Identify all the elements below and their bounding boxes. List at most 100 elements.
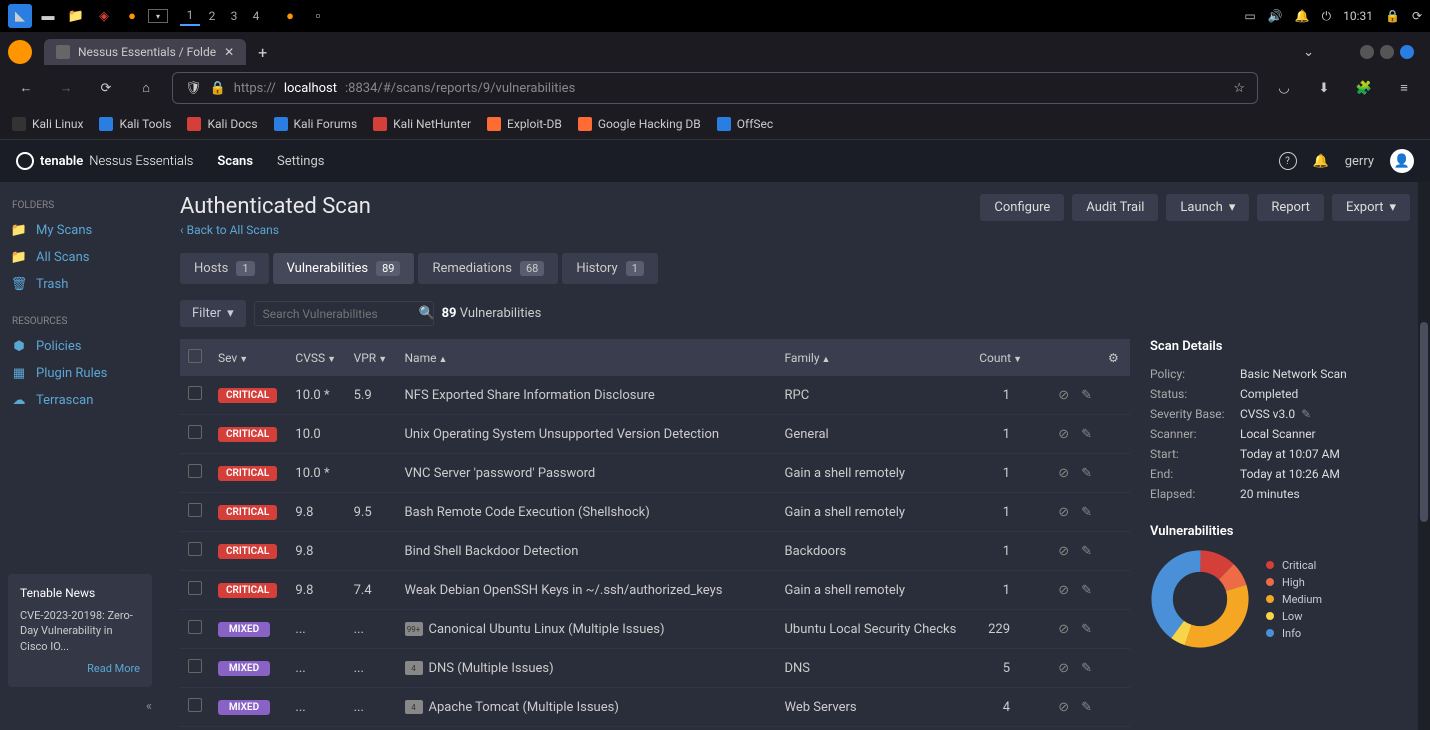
row-checkbox[interactable] (188, 698, 202, 712)
menu-icon[interactable]: ≡ (1390, 74, 1418, 102)
configure-button[interactable]: Configure (980, 194, 1064, 221)
bookmark-kali-nethunter[interactable]: Kali NetHunter (373, 117, 471, 131)
notifications-icon[interactable]: 🔔 (1295, 9, 1310, 23)
tab-close-icon[interactable]: ✕ (224, 45, 234, 59)
back-link[interactable]: ‹ Back to All Scans (180, 223, 371, 237)
volume-icon[interactable]: 🔊 (1268, 9, 1283, 23)
firefox-running-icon[interactable]: ● (278, 4, 302, 28)
row-checkbox[interactable] (188, 386, 202, 400)
row-checkbox[interactable] (188, 542, 202, 556)
kali-menu-icon[interactable]: ◣ (8, 4, 32, 28)
col-family[interactable]: Family▲ (777, 339, 970, 376)
row-checkbox[interactable] (188, 659, 202, 673)
col-name[interactable]: Name▲ (397, 339, 777, 376)
status-icon[interactable]: ⊘ (1058, 544, 1069, 559)
col-vpr[interactable]: VPR▼ (346, 339, 397, 376)
select-all-checkbox[interactable] (188, 349, 202, 363)
search-icon[interactable]: 🔍 (419, 306, 435, 321)
table-row[interactable]: CRITICAL9.89.5Bash Remote Code Execution… (180, 493, 1130, 532)
pocket-icon[interactable]: ◡ (1270, 74, 1298, 102)
power-icon[interactable]: ⏻ (1322, 9, 1332, 24)
edit-icon[interactable]: ✎ (1081, 388, 1092, 403)
launch-button[interactable]: Launch ▾ (1166, 194, 1249, 221)
status-icon[interactable]: ⊘ (1058, 583, 1069, 598)
minimize-icon[interactable] (1360, 45, 1374, 59)
table-row[interactable]: MIXED......4DNS (Multiple Issues)DNS5⊘✎ (180, 649, 1130, 688)
row-checkbox[interactable] (188, 581, 202, 595)
session-icon[interactable]: ⟳ (1412, 9, 1422, 23)
gear-icon[interactable]: ⚙ (1100, 339, 1130, 376)
table-row[interactable]: CRITICAL10.0 *5.9NFS Exported Share Info… (180, 376, 1130, 415)
username[interactable]: gerry (1345, 154, 1374, 169)
status-icon[interactable]: ⊘ (1058, 622, 1069, 637)
nav-scans[interactable]: Scans (217, 154, 253, 169)
filter-button[interactable]: Filter ▾ (180, 300, 246, 327)
reload-button[interactable]: ⟳ (92, 74, 120, 102)
status-icon[interactable]: ⊘ (1058, 661, 1069, 676)
status-icon[interactable]: ⊘ (1058, 466, 1069, 481)
table-row[interactable]: CRITICAL......2SSL (Multiple Issues)Gain… (180, 727, 1130, 730)
app-logo[interactable]: tenable Nessus Essentials (16, 152, 193, 170)
legend-item-critical[interactable]: Critical (1266, 557, 1322, 574)
legend-item-high[interactable]: High (1266, 574, 1322, 591)
legend-item-info[interactable]: Info (1266, 625, 1322, 642)
status-icon[interactable]: ⊘ (1058, 505, 1069, 520)
home-button[interactable]: ⌂ (132, 74, 160, 102)
bookmark-kali-tools[interactable]: Kali Tools (99, 117, 171, 131)
legend-item-medium[interactable]: Medium (1266, 591, 1322, 608)
edit-icon[interactable]: ✎ (1081, 505, 1092, 520)
forward-button[interactable]: → (52, 74, 80, 102)
bookmark-offsec[interactable]: OffSec (717, 117, 773, 131)
sidebar-item-terrascan[interactable]: ☁Terrascan (0, 387, 160, 414)
status-icon[interactable]: ⊘ (1058, 427, 1069, 442)
back-button[interactable]: ← (12, 74, 40, 102)
clock[interactable]: 10:31 (1343, 9, 1373, 23)
status-icon[interactable]: ⊘ (1058, 700, 1069, 715)
shield-icon[interactable]: 🛡 (185, 81, 202, 96)
extensions-icon[interactable]: 🧩 (1350, 74, 1378, 102)
maximize-icon[interactable] (1380, 45, 1394, 59)
bookmark-kali-forums[interactable]: Kali Forums (274, 117, 358, 131)
edit-icon[interactable]: ✎ (1081, 583, 1092, 598)
editor-icon[interactable]: ◈ (92, 4, 116, 28)
sidebar-item-all-scans[interactable]: 📁All Scans (0, 244, 160, 271)
terminal2-icon[interactable]: ▾ (148, 9, 168, 23)
close-window-icon[interactable] (1400, 45, 1414, 59)
user-avatar-icon[interactable]: 👤 (1390, 149, 1414, 173)
files-icon[interactable]: 📁 (64, 4, 88, 28)
edit-icon[interactable]: ✎ (1081, 544, 1092, 559)
lock-icon[interactable]: 🔒 (210, 81, 226, 96)
tab-vulnerabilities[interactable]: Vulnerabilities89 (273, 253, 415, 284)
new-tab-button[interactable]: + (250, 39, 275, 66)
terminal-icon[interactable]: ▬ (36, 4, 60, 28)
edit-icon[interactable]: ✎ (1081, 661, 1092, 676)
row-checkbox[interactable] (188, 425, 202, 439)
col-count[interactable]: Count▼ (970, 339, 1030, 376)
sidebar-item-plugin-rules[interactable]: ▦Plugin Rules (0, 360, 160, 387)
table-row[interactable]: CRITICAL9.87.4Weak Debian OpenSSH Keys i… (180, 571, 1130, 610)
status-icon[interactable]: ⊘ (1058, 388, 1069, 403)
report-button[interactable]: Report (1257, 194, 1324, 221)
col-sev[interactable]: Sev▼ (210, 339, 287, 376)
downloads-icon[interactable]: ⬇ (1310, 74, 1338, 102)
legend-item-low[interactable]: Low (1266, 608, 1322, 625)
monitor-icon[interactable]: ▭ (1244, 9, 1255, 23)
sidebar-item-trash[interactable]: 🗑Trash (0, 271, 160, 298)
row-checkbox[interactable] (188, 464, 202, 478)
bookmark-kali-docs[interactable]: Kali Docs (187, 117, 257, 131)
table-row[interactable]: MIXED......99+Canonical Ubuntu Linux (Mu… (180, 610, 1130, 649)
help-icon[interactable]: ? (1279, 152, 1297, 170)
edit-icon[interactable]: ✎ (1081, 622, 1092, 637)
bookmark-star-icon[interactable]: ☆ (1233, 81, 1245, 96)
app-running-icon[interactable]: ▫ (306, 4, 330, 28)
bookmark-exploit-db[interactable]: Exploit-DB (487, 117, 562, 131)
table-row[interactable]: CRITICAL10.0Unix Operating System Unsupp… (180, 415, 1130, 454)
edit-icon[interactable]: ✎ (1081, 427, 1092, 442)
nav-settings[interactable]: Settings (277, 154, 324, 169)
browser-tab[interactable]: Nessus Essentials / Folde ✕ (44, 39, 246, 65)
url-input[interactable]: 🛡 🔒 https://localhost:8834/#/scans/repor… (172, 72, 1258, 104)
edit-icon[interactable]: ✎ (1301, 407, 1311, 421)
workspace-1[interactable]: 1 (180, 6, 200, 26)
table-row[interactable]: CRITICAL9.8Bind Shell Backdoor Detection… (180, 532, 1130, 571)
tab-history[interactable]: History1 (562, 253, 658, 284)
